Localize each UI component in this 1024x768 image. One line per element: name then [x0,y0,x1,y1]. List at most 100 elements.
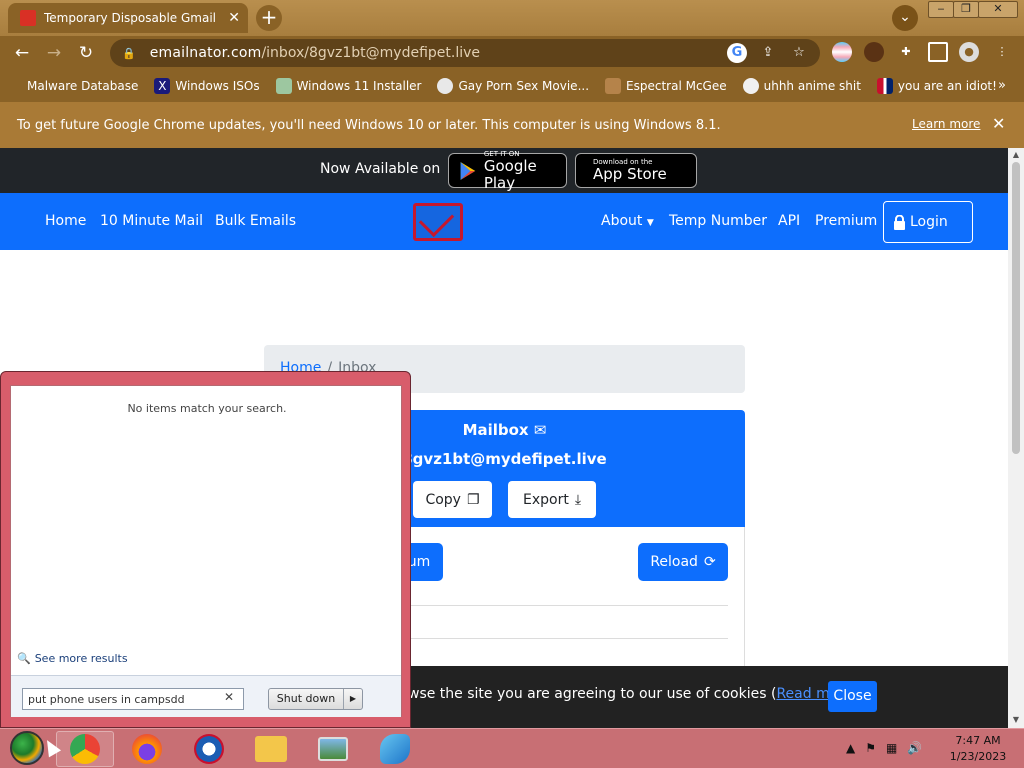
site-logo[interactable] [413,203,463,241]
active-tab[interactable]: Temporary Disposable Gmail | Te ✕ [8,3,248,33]
avatar-extension-icon[interactable] [864,42,884,62]
close-window-button[interactable]: ✕ [978,1,1018,18]
scroll-down-icon[interactable]: ▼ [1011,715,1021,725]
bookmark-espectral-mcgee[interactable]: Espectral McGee [605,78,727,94]
chrome-icon [70,734,100,764]
envelope-icon: ✉ [533,421,547,439]
network-icon[interactable]: ▦ [886,741,897,755]
profile-icon[interactable]: ● [959,42,979,62]
start-button[interactable] [10,731,44,765]
google-play-icon [460,161,476,180]
taskbar-clock[interactable]: 7:47 AM 1/23/2023 [938,733,1018,765]
shutdown-button[interactable]: Shut down ▶ [268,688,363,710]
new-tab-button[interactable]: + [256,5,282,31]
bookmark-you-are-an-idiot[interactable]: you are an idiot! [876,78,997,94]
app-promo-bar: Now Available on GET IT ON Google Play Do… [0,148,1008,193]
app-store-button[interactable]: Download on the App Store [575,153,697,188]
share-icon[interactable]: ⇪ [758,43,778,63]
back-icon[interactable]: ← [11,42,33,64]
system-tray: ▲ ⚑ ▦ 🔊 [846,741,922,755]
taskbar-chrome[interactable] [56,731,114,767]
clear-search-icon[interactable]: ✕ [224,690,234,704]
padlock-icon [894,214,905,230]
taskbar-file-explorer[interactable] [242,731,300,767]
nav-10-minute-mail[interactable]: 10 Minute Mail [100,213,203,229]
bookmark-malware-database[interactable]: Malware Database [14,78,138,94]
download-icon: ⤓ [574,491,582,508]
restore-button[interactable]: ❐ [953,1,979,18]
infobar-close-icon[interactable]: ✕ [992,114,1005,133]
bookmark-star-icon[interactable]: ☆ [789,43,809,63]
taskbar-dolphin[interactable] [366,731,424,767]
browser-toolbar: ← → ↻ 🔒 emailnator.com /inbox/8gvz1bt@my… [0,36,1024,70]
circle-logo-icon [194,734,224,764]
reload-icon[interactable]: ↻ [75,42,97,64]
refresh-icon: ⟳ [703,554,716,570]
lock-icon: 🔒 [122,46,136,60]
url-path: /inbox/8gvz1bt@mydefipet.live [261,45,481,61]
scrollbar-thumb[interactable] [1012,162,1020,454]
url-host: emailnator.com [149,45,262,61]
taskbar-firefox[interactable] [118,731,176,767]
more-bookmarks-chevron-icon[interactable]: » [998,78,1006,93]
nav-home[interactable]: Home [45,213,86,229]
nav-api[interactable]: API [778,213,800,229]
dropdown-caret-icon: ▼ [646,218,654,228]
x-logo-icon: X [154,78,171,94]
scroll-up-icon[interactable]: ▲ [1011,150,1021,160]
show-hidden-icons-icon[interactable]: ▲ [846,741,855,755]
shutdown-options-arrow-icon[interactable]: ▶ [344,689,362,709]
address-bar[interactable]: 🔒 emailnator.com /inbox/8gvz1bt@mydefipe… [110,39,820,67]
learn-more-link[interactable]: Learn more [912,117,980,131]
clock-time: 7:47 AM [955,734,1001,747]
forward-icon[interactable]: → [43,42,65,64]
nav-about[interactable]: About ▼ [601,213,654,229]
bookmark-blank-icon [14,78,22,94]
minimize-button[interactable]: ‒ [928,1,954,18]
copy-icon: ❐ [466,491,480,508]
clock-date: 1/23/2023 [949,750,1007,763]
google-play-button[interactable]: GET IT ON Google Play [448,150,567,191]
cookie-close-button[interactable]: Close [828,681,877,712]
nav-temp-number[interactable]: Temp Number [669,213,767,229]
start-menu-footer: ✕ Shut down ▶ [11,675,401,717]
reload-button[interactable]: Reload ⟳ [638,543,728,581]
start-search-results: No items match your search. 🔍 See more re… [10,385,402,717]
dolphin-icon [380,734,410,764]
taskbar-app-circle[interactable] [180,731,238,767]
magnifier-icon: 🔍 [17,652,31,665]
menu-kebab-icon[interactable]: ⋮ [992,42,1012,62]
infobar-message: To get future Google Chrome updates, you… [17,117,721,133]
bookmark-windows-isos[interactable]: X Windows ISOs [154,78,260,94]
copy-button[interactable]: Copy ❐ [413,481,492,518]
bookmark-windows-11-installer[interactable]: Windows 11 Installer [275,78,421,94]
export-button[interactable]: Export ⤓ [508,481,596,518]
anime-favicon-icon [742,78,759,94]
gmail-favicon-icon [20,10,36,26]
firefox-icon [132,734,162,764]
character-favicon-icon [605,78,622,94]
skull-favicon-icon [437,78,454,94]
google-lens-icon[interactable]: G [727,43,747,63]
start-search-input[interactable] [22,688,244,710]
nav-bulk-emails[interactable]: Bulk Emails [215,213,296,229]
uk-flag-favicon-icon [876,78,893,94]
nav-premium[interactable]: Premium [815,213,877,229]
bookmark-uhhh-anime-shit[interactable]: uhhh anime shit [742,78,861,94]
login-button[interactable]: Login [883,201,973,243]
extensions-puzzle-icon[interactable]: ✚ [896,42,916,62]
side-panel-icon[interactable] [928,42,948,62]
trans-flag-extension-icon[interactable] [832,42,852,62]
tab-search-icon[interactable]: ⌄ [892,5,918,31]
taskbar-photos[interactable] [304,731,362,767]
available-on-text: Now Available on [320,161,441,177]
action-center-flag-icon[interactable]: ⚑ [865,741,876,755]
tab-close-icon[interactable]: ✕ [228,10,240,26]
see-more-results-link[interactable]: 🔍 See more results [17,652,128,665]
volume-icon[interactable]: 🔊 [907,741,922,755]
no-results-text: No items match your search. [127,402,287,415]
bookmark-gay-porn-sex-movie[interactable]: Gay Porn Sex Movie... [437,78,589,94]
bookmarks-bar: Malware Database X Windows ISOs Windows 1… [0,70,1024,102]
browser-tab-bar: Temporary Disposable Gmail | Te ✕ + ⌄ ‒ … [0,0,1024,36]
picture-icon [318,737,348,761]
